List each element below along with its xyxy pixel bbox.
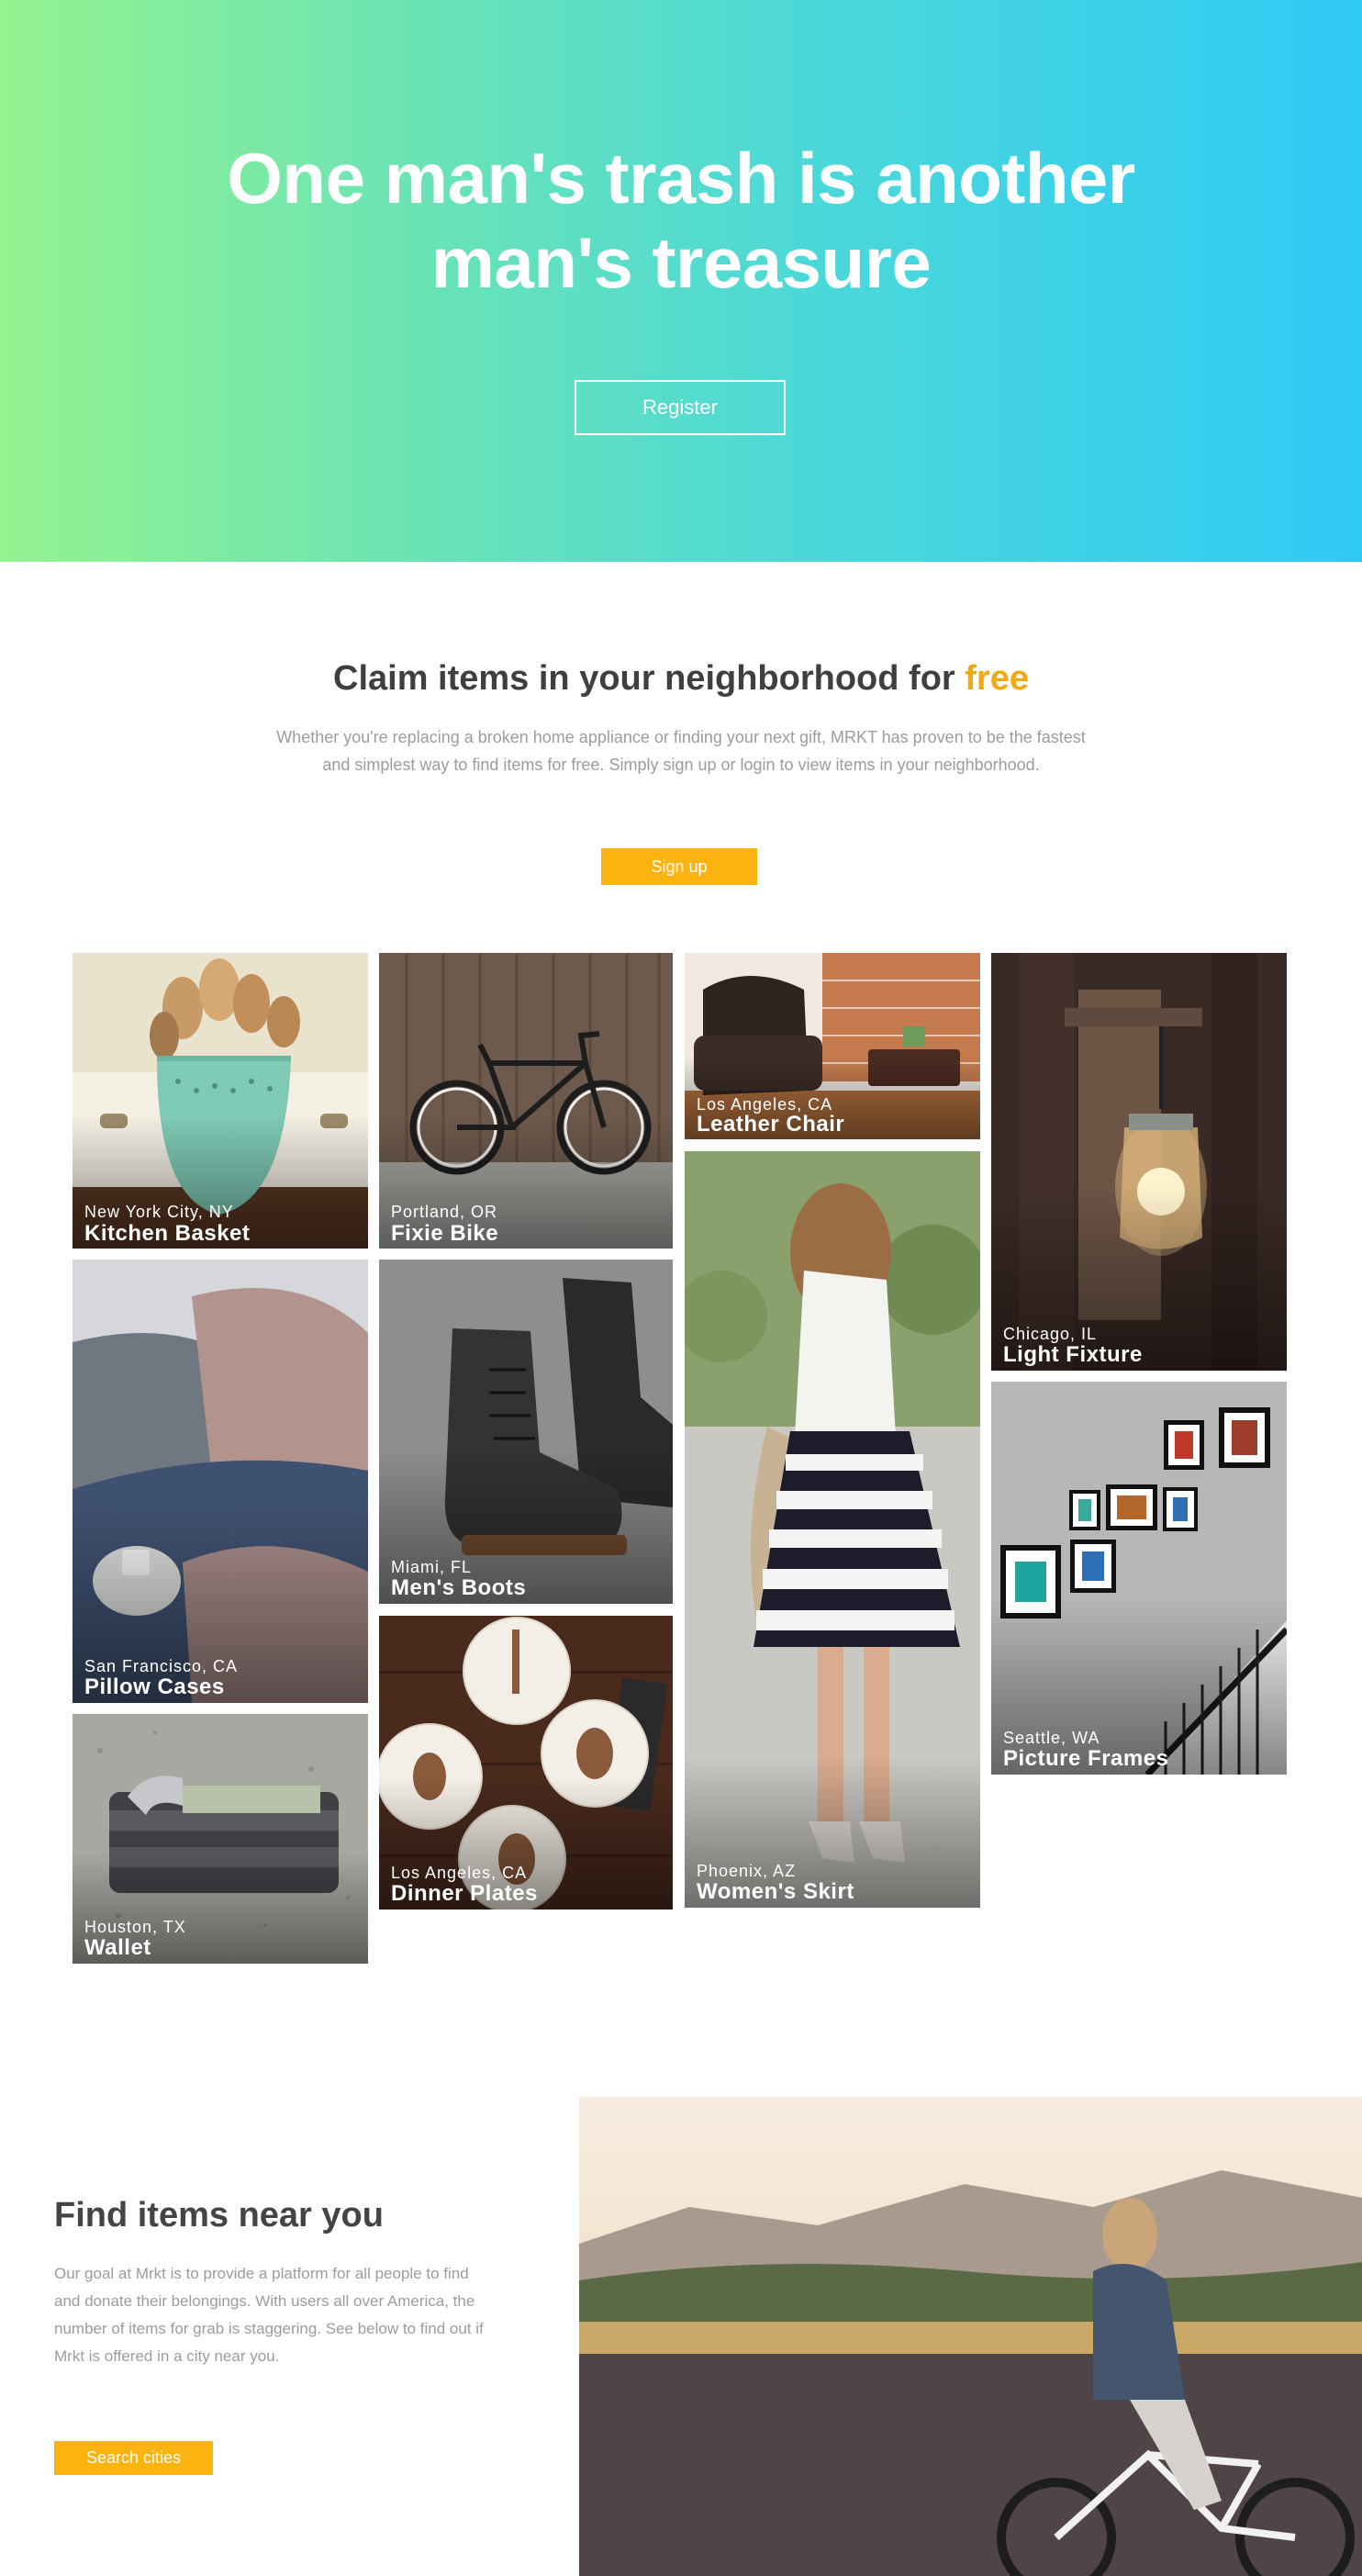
hero-title: One man's trash is another man's treasur… — [0, 136, 1362, 305]
hero-title-line2: man's treasure — [430, 222, 932, 303]
item-name: Light Fixture — [1003, 1342, 1143, 1367]
item-name: Women's Skirt — [697, 1879, 854, 1904]
item-location: Seattle, WA — [1003, 1729, 1100, 1747]
hero-title-line1: One man's trash is another — [227, 138, 1135, 218]
claim-title-highlight: free — [965, 659, 1029, 698]
item-location: Los Angeles, CA — [391, 1864, 528, 1882]
register-button[interactable]: Register — [575, 380, 786, 435]
item-name: Leather Chair — [697, 1112, 845, 1137]
item-name: Picture Frames — [1003, 1746, 1169, 1771]
claim-title-text: Claim items in your neighborhood for — [333, 659, 955, 698]
item-tile-leather-chair[interactable]: Los Angeles, CA Leather Chair — [685, 953, 980, 1139]
item-name: Dinner Plates — [391, 1881, 538, 1906]
find-description: Our goal at Mrkt is to provide a platfor… — [54, 2265, 484, 2365]
item-location: Phoenix, AZ — [697, 1862, 797, 1880]
item-tile-pillow-cases[interactable]: San Francisco, CA Pillow Cases — [73, 1260, 368, 1703]
search-cities-button[interactable]: Search cities — [54, 2441, 213, 2475]
item-name: Pillow Cases — [84, 1674, 225, 1699]
item-tile-mens-boots[interactable]: Miami, FL Men's Boots — [379, 1260, 673, 1604]
hero-banner: One man's trash is another man's treasur… — [0, 0, 1362, 562]
item-name: Men's Boots — [391, 1575, 527, 1600]
item-location: Miami, FL — [391, 1558, 473, 1576]
bike-rider-image — [579, 2097, 1362, 2576]
item-location: San Francisco, CA — [84, 1657, 239, 1675]
item-tile-womens-skirt[interactable]: Phoenix, AZ Women's Skirt — [685, 1151, 980, 1908]
item-name: Fixie Bike — [391, 1221, 499, 1246]
find-items-photo — [579, 2097, 1362, 2576]
item-tile-kitchen-basket[interactable]: New York City, NY Kitchen Basket — [73, 953, 368, 1249]
item-name: Wallet — [84, 1935, 151, 1960]
signup-button[interactable]: Sign up — [601, 848, 757, 885]
claim-description: Whether you're replacing a broken home a… — [276, 728, 1086, 774]
claim-title: Claim items in your neighborhood for fre… — [0, 659, 1362, 699]
item-tile-light-fixture[interactable]: Chicago, IL Light Fixture — [991, 953, 1287, 1371]
item-location: Portland, OR — [391, 1203, 498, 1221]
item-location: Houston, TX — [84, 1918, 186, 1936]
item-tile-wallet[interactable]: Houston, TX Wallet — [73, 1714, 368, 1964]
item-name: Kitchen Basket — [84, 1221, 251, 1246]
item-tile-picture-frames[interactable]: Seattle, WA Picture Frames — [991, 1382, 1287, 1775]
item-location: New York City, NY — [84, 1203, 234, 1221]
find-title: Find items near you — [54, 2196, 384, 2234]
item-location: Chicago, IL — [1003, 1325, 1098, 1343]
item-tile-fixie-bike[interactable]: Portland, OR Fixie Bike — [379, 953, 673, 1249]
item-tile-dinner-plates[interactable]: Los Angeles, CA Dinner Plates — [379, 1616, 673, 1910]
